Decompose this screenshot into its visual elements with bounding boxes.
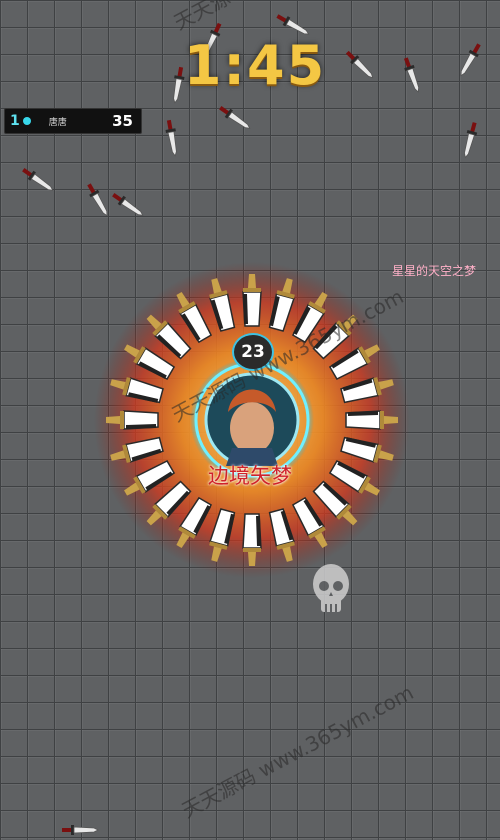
player-name-label: 边境矢梦 bbox=[208, 464, 292, 488]
match-timer: 1:45 bbox=[183, 34, 327, 97]
leaderboard-entry: 1 唐唐 35 bbox=[4, 108, 142, 134]
leaderboard-score: 35 bbox=[112, 112, 133, 130]
player-color-icon bbox=[22, 117, 31, 125]
enemy-name-label: 星星的天空之梦 bbox=[392, 264, 477, 278]
leaderboard-name: 唐唐 bbox=[48, 117, 67, 128]
leaderboard-rank: 1 bbox=[10, 113, 20, 129]
